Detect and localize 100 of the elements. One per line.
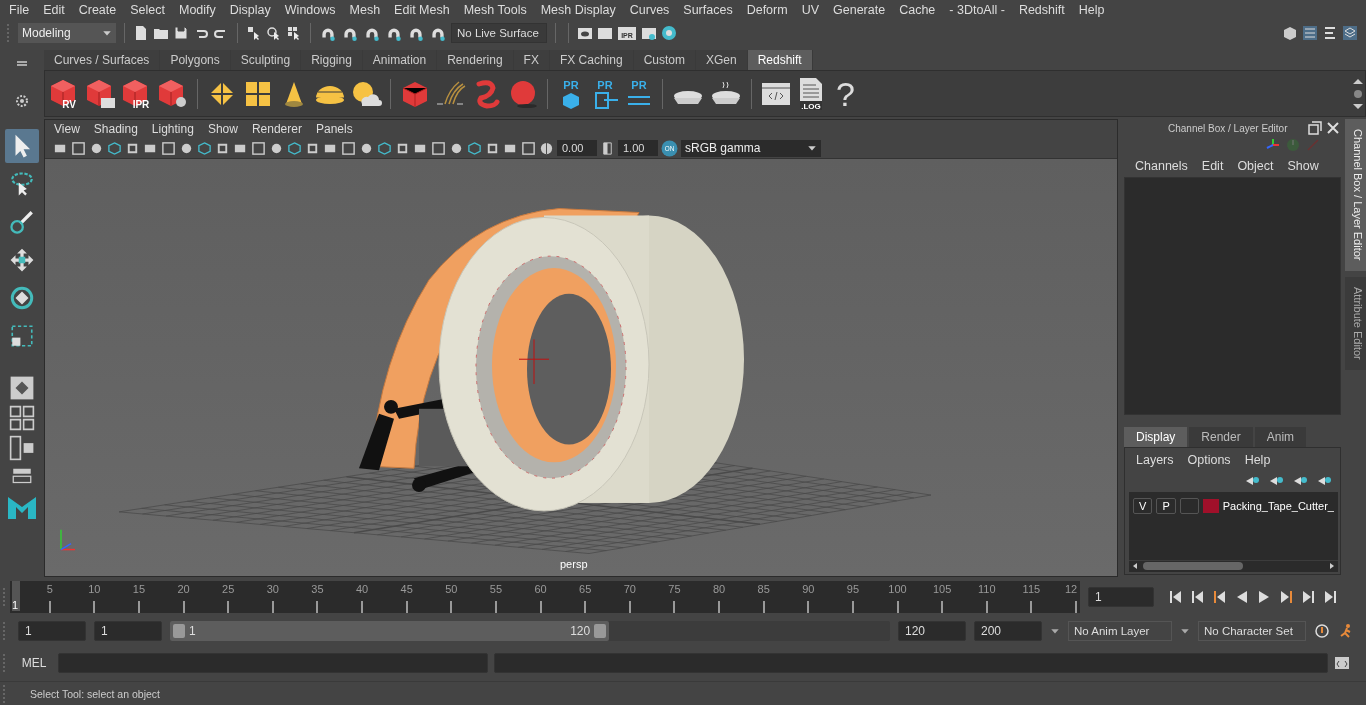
menu-item[interactable]: Redshift — [1011, 2, 1072, 17]
shelf-tab[interactable]: Curves / Surfaces — [44, 49, 161, 70]
range-start-handle[interactable] — [173, 624, 185, 639]
menu-item[interactable]: Cache — [892, 2, 943, 17]
shelf-tab[interactable]: Animation — [362, 49, 438, 70]
layer-tab[interactable]: Anim — [1254, 427, 1307, 448]
shelf-tab[interactable]: Polygons — [160, 49, 231, 70]
shelf-tab[interactable]: Custom — [633, 49, 696, 70]
tool-settings-icon[interactable] — [1322, 24, 1338, 41]
save-icon[interactable] — [173, 24, 189, 41]
panel-menu-item[interactable]: Lighting — [144, 122, 201, 137]
range-bar[interactable] — [170, 621, 610, 642]
layout-single-icon[interactable] — [9, 375, 35, 402]
new-file-icon[interactable] — [133, 24, 149, 41]
command-input[interactable] — [58, 653, 488, 674]
layer-tab[interactable]: Render — [1189, 427, 1253, 448]
menu-item[interactable]: Surfaces — [676, 2, 740, 17]
layout-columns-icon[interactable] — [9, 435, 35, 462]
menu-item[interactable]: Mesh — [342, 2, 388, 17]
menu-item[interactable]: Select — [123, 2, 172, 17]
menu-item[interactable]: Help — [1071, 2, 1112, 17]
menu-item[interactable]: File — [2, 2, 37, 17]
hypershade-icon[interactable] — [661, 24, 677, 41]
playback-toggle[interactable]: P — [1156, 498, 1176, 515]
render-cube-clapper-icon[interactable] — [85, 77, 117, 110]
float-panel-icon[interactable] — [1307, 120, 1323, 137]
visibility-toggle[interactable]: V — [1133, 498, 1153, 515]
side-tab[interactable]: Attribute Editor — [1345, 276, 1366, 370]
exposure-icon[interactable] — [539, 140, 554, 156]
shelf-tab[interactable]: XGen — [695, 49, 748, 70]
current-frame-marker[interactable]: 1 — [12, 580, 20, 611]
auto-key-icon[interactable] — [1314, 623, 1330, 640]
panel-menu-item[interactable]: View — [47, 122, 87, 137]
layer-name[interactable]: Packing_Tape_Cutter_ — [1222, 500, 1334, 513]
layer-menu-item[interactable]: Options — [1180, 453, 1238, 468]
menu-item[interactable]: Curves — [622, 2, 677, 17]
layer-menu-item[interactable]: Help — [1237, 453, 1278, 468]
layer-color-swatch[interactable] — [1203, 499, 1219, 514]
panel-menu-item[interactable]: Renderer — [244, 122, 309, 137]
playback-start-field[interactable]: 1 — [94, 621, 162, 642]
shelf-tab[interactable]: FX Caching — [549, 49, 634, 70]
panel-menu-item[interactable]: Shading — [86, 122, 145, 137]
exposure-field[interactable]: 0.00 — [557, 140, 597, 157]
range-end-handle[interactable] — [594, 624, 607, 639]
mode-dropdown[interactable]: Modeling — [18, 22, 116, 43]
menu-item[interactable]: Edit Mesh — [387, 2, 457, 17]
menu-item[interactable]: Mesh Display — [533, 2, 623, 17]
layer-menu-item[interactable]: Layers — [1129, 453, 1181, 468]
script-language-label[interactable]: MEL — [16, 656, 52, 671]
playback-end-field[interactable]: 120 — [898, 621, 966, 642]
menu-item[interactable]: Display — [222, 2, 278, 17]
prev-key-icon[interactable] — [1212, 588, 1228, 605]
scroll-right-icon[interactable] — [1328, 562, 1336, 571]
channel-menu-item[interactable]: Object — [1230, 159, 1281, 174]
shelf-tab[interactable]: FX — [513, 49, 550, 70]
current-frame-field[interactable]: 1 — [1088, 586, 1154, 607]
side-tab[interactable]: Channel Box / Layer Editor — [1345, 119, 1366, 271]
channel-menu-item[interactable]: Channels — [1128, 159, 1195, 174]
menu-item[interactable]: Edit — [36, 2, 72, 17]
channel-menu-item[interactable]: Show — [1280, 159, 1326, 174]
layers-panel-icon[interactable] — [1342, 24, 1358, 41]
shelf-tab[interactable]: Redshift — [747, 49, 813, 70]
step-forward-icon[interactable] — [1300, 588, 1316, 605]
menu-item[interactable]: UV — [794, 2, 827, 17]
layer-tab[interactable]: Display — [1124, 427, 1188, 448]
menu-item[interactable]: Create — [71, 2, 124, 17]
time-slider[interactable]: 1 5 10 15 20 25 30 35 40 45 50 55 60 65 70 75 80 85 90 95 100 105 110 115 12 — [10, 580, 1080, 613]
render-cube-gear-icon[interactable] — [157, 77, 189, 110]
menu-item[interactable]: Windows — [277, 2, 343, 17]
shelf-tab[interactable]: Rigging — [301, 49, 363, 70]
script-editor-icon[interactable] — [1334, 655, 1350, 672]
gamma-icon[interactable] — [600, 140, 615, 156]
menu-item[interactable]: Generate — [826, 2, 893, 17]
horizontal-scrollbar[interactable] — [1129, 559, 1338, 572]
menu-item[interactable]: Deform — [739, 2, 795, 17]
go-start-icon[interactable] — [1168, 588, 1184, 605]
select-component-icon[interactable] — [286, 24, 302, 41]
gamma-field[interactable]: 1.00 — [618, 140, 658, 157]
channel-menu-item[interactable]: Edit — [1194, 159, 1231, 174]
menu-item[interactable]: Mesh Tools — [456, 2, 534, 17]
next-key-icon[interactable] — [1278, 588, 1294, 605]
menu-item[interactable]: Modify — [172, 2, 223, 17]
end-time-field[interactable]: 200 — [974, 621, 1042, 642]
menu-item[interactable]: - 3DtoAll - — [942, 2, 1012, 17]
layout-four-icon[interactable] — [9, 405, 35, 432]
scroll-left-icon[interactable] — [1131, 562, 1139, 571]
go-end-icon[interactable] — [1322, 588, 1338, 605]
color-space-dropdown[interactable]: sRGB gamma — [681, 139, 821, 157]
step-back-key-icon[interactable] — [1190, 588, 1206, 605]
panel-menu-item[interactable]: Show — [200, 122, 245, 137]
panel-menu-item[interactable]: Panels — [308, 122, 360, 137]
live-surface-field[interactable]: No Live Surface — [451, 22, 547, 43]
select-hierarchy-icon[interactable] — [246, 24, 262, 41]
shelf-tab[interactable]: Rendering — [437, 49, 514, 70]
help-button[interactable]: ? — [830, 75, 861, 112]
range-slider-track[interactable]: 1 120 — [170, 621, 890, 642]
attribute-panel-icon[interactable] — [1302, 24, 1318, 41]
character-set-field[interactable]: No Character Set — [1198, 621, 1306, 642]
anim-layer-field[interactable]: No Anim Layer — [1068, 621, 1172, 642]
settings-icon[interactable] — [14, 93, 30, 110]
